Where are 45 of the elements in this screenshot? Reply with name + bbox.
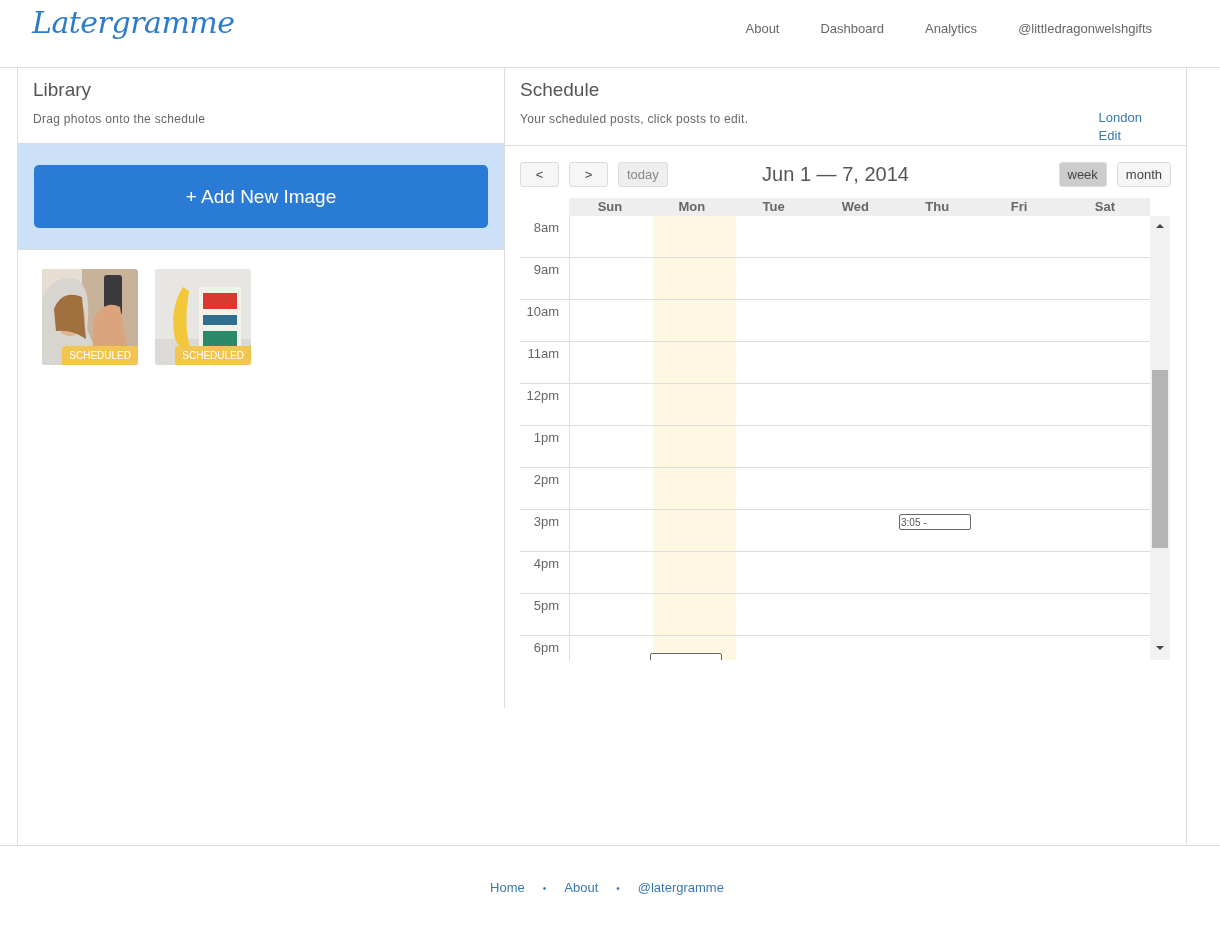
time-label: 3pm	[532, 513, 560, 531]
nav-link[interactable]: About	[745, 21, 780, 36]
panel-title: Library	[33, 79, 93, 101]
time-label: 6pm	[532, 639, 560, 657]
panel-subtitle: Drag photos onto the schedule	[33, 112, 207, 126]
footer-link[interactable]: @latergramme	[637, 879, 724, 897]
time-label: 10am	[525, 303, 560, 321]
footer-link[interactable]: Home	[490, 879, 525, 897]
footer-link[interactable]: About	[564, 879, 599, 897]
nav-link[interactable]: Analytics	[925, 21, 978, 36]
timezone-link[interactable]: London	[1098, 109, 1142, 127]
time-label: 5pm	[532, 597, 560, 615]
time-label: 12pm	[525, 387, 560, 405]
view-tab[interactable]: month	[1116, 161, 1171, 187]
logo[interactable]: Latergramme	[32, 5, 235, 40]
edit-link[interactable]: Edit	[1098, 127, 1142, 145]
date-range: Jun 1 — 7, 2014	[762, 162, 909, 186]
day-header: Thu	[896, 198, 979, 216]
today-button[interactable]: today	[618, 161, 668, 187]
day-header: Sat	[1059, 198, 1150, 216]
previous-button[interactable]: <	[520, 161, 559, 187]
time-label: 4pm	[532, 555, 560, 573]
separator-dot: •	[616, 882, 620, 894]
time-label: 11am	[526, 345, 560, 363]
time-label: 1pm	[532, 429, 560, 447]
separator-dot: •	[542, 882, 547, 894]
day-header: Fri	[978, 198, 1060, 216]
day-header: Tue	[732, 198, 815, 216]
time-label: 2pm	[532, 471, 560, 489]
time-label: 8am	[532, 219, 560, 237]
add-image-button[interactable]: + Add New Image	[34, 165, 488, 228]
calendar-event[interactable]: 3:05 -	[899, 514, 971, 530]
nav-link[interactable]: Dashboard	[820, 21, 885, 36]
next-button[interactable]: >	[569, 161, 608, 187]
day-header: Sun	[569, 198, 651, 216]
panel-title: Schedule	[520, 79, 601, 101]
day-header: Mon	[650, 198, 733, 216]
scheduled-badge: SCHEDULED	[62, 346, 138, 365]
view-tab[interactable]: week	[1058, 161, 1107, 187]
scrollbar[interactable]	[1150, 216, 1170, 660]
panel-subtitle: Your scheduled posts, click posts to edit.	[520, 112, 749, 126]
scheduled-badge: SCHEDULED	[175, 346, 251, 365]
time-label: 9am	[532, 261, 560, 279]
nav-link[interactable]: @littledragonwelshgifts	[1018, 21, 1152, 36]
day-header: Wed	[814, 198, 897, 216]
